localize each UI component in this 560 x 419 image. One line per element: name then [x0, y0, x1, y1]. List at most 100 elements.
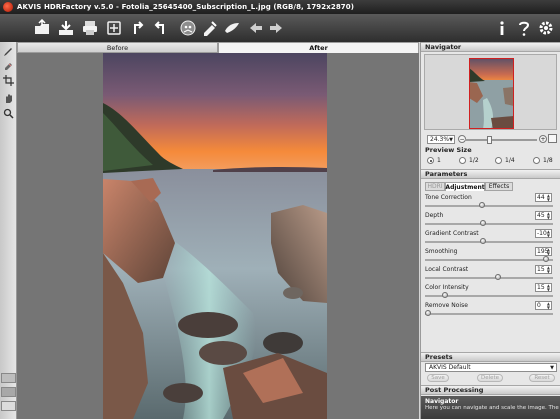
parameter-value: 15 [537, 284, 545, 291]
presets-header[interactable]: Presets [421, 352, 560, 362]
image-canvas[interactable] [17, 53, 419, 419]
preview-size-option[interactable]: 1/4 [495, 157, 515, 164]
brush-icon[interactable] [2, 45, 15, 57]
parameter-value-input[interactable]: 195 ▲ ▼ [535, 247, 552, 256]
navigator-header[interactable]: Navigator [421, 42, 560, 52]
zoom-input[interactable]: 24.3% ▼ [427, 135, 455, 144]
parameters-header[interactable]: Parameters [421, 169, 560, 179]
parameter-slider[interactable] [425, 205, 553, 207]
zoom-icon[interactable] [2, 107, 15, 119]
tab-after[interactable]: After [218, 42, 419, 53]
parameter-slider[interactable] [425, 277, 553, 279]
parameter-value: 45 [537, 212, 545, 219]
radio-icon[interactable] [533, 157, 540, 164]
open-icon[interactable] [32, 18, 52, 38]
help-icon[interactable] [514, 18, 534, 38]
save-icon[interactable] [56, 18, 76, 38]
parameter-slider-thumb[interactable] [478, 202, 485, 208]
radio-icon[interactable] [495, 157, 502, 164]
zoom-in-icon[interactable]: + [539, 135, 547, 143]
tab-effects[interactable]: Effects [485, 182, 513, 191]
parameter-value-input[interactable]: -10 ▲ ▼ [535, 229, 552, 238]
navigator-thumbnail [469, 58, 514, 129]
help-title: Navigator [425, 398, 459, 405]
tab-hdri[interactable]: HDRI [425, 182, 445, 191]
preview-size-option-label: 1 [437, 157, 441, 164]
parameter-slider-thumb[interactable] [494, 274, 501, 280]
spinner-icon[interactable]: ▲ ▼ [547, 230, 550, 238]
back-icon[interactable] [246, 18, 266, 38]
hand-icon[interactable] [2, 92, 15, 104]
tab-before[interactable]: Before [17, 42, 218, 53]
info-icon[interactable] [492, 18, 512, 38]
radio-icon[interactable] [427, 157, 434, 164]
parameter-row: Remove Noise 0 ▲ ▼ [421, 301, 560, 320]
print-icon[interactable] [80, 18, 100, 38]
preview-size-option[interactable]: 1/8 [533, 157, 553, 164]
zoom-slider-thumb[interactable] [487, 136, 493, 144]
parameter-slider-thumb[interactable] [442, 292, 449, 298]
save-preset-button[interactable]: Save [427, 374, 449, 382]
share-icon[interactable] [222, 18, 242, 38]
spinner-icon[interactable]: ▲ ▼ [547, 194, 550, 202]
parameter-row: Smoothing 195 ▲ ▼ [421, 247, 560, 266]
parameter-slider-thumb[interactable] [425, 310, 431, 316]
tab-adjustment[interactable]: Adjustment [445, 182, 485, 191]
plugin-icon[interactable] [178, 18, 198, 38]
chevron-down-icon: ▼ [449, 137, 453, 143]
reset-preset-button[interactable]: Reset [529, 374, 555, 382]
crop-icon[interactable] [2, 74, 15, 86]
parameter-row: Tone Correction 44 ▲ ▼ [421, 193, 560, 212]
parameter-row: Local Contrast 15 ▲ ▼ [421, 265, 560, 284]
preset-select[interactable]: AKVIS Default ▼ [425, 363, 557, 372]
post-processing-header[interactable]: Post Processing [421, 385, 560, 395]
preview-size-option[interactable]: 1/2 [459, 157, 479, 164]
parameter-label: Remove Noise [425, 302, 468, 309]
spinner-icon[interactable]: ▲ ▼ [547, 212, 550, 220]
parameter-slider-thumb[interactable] [479, 220, 486, 226]
fit-to-window-icon[interactable] [548, 134, 557, 143]
parameter-value-input[interactable]: 45 ▲ ▼ [535, 211, 552, 220]
spinner-icon[interactable]: ▲ ▼ [547, 302, 550, 310]
undo-icon[interactable] [128, 18, 148, 38]
parameter-value: 0 [537, 302, 541, 309]
parameter-value-input[interactable]: 15 ▲ ▼ [535, 283, 552, 292]
redo-icon[interactable] [150, 18, 170, 38]
spinner-icon[interactable]: ▲ ▼ [547, 248, 550, 256]
eraser-icon[interactable] [2, 59, 15, 71]
parameter-slider[interactable] [425, 241, 553, 243]
spinner-icon[interactable]: ▲ ▼ [547, 284, 550, 292]
radio-icon[interactable] [459, 157, 466, 164]
parameter-label: Tone Correction [425, 194, 472, 201]
parameter-value-input[interactable]: 0 ▲ ▼ [535, 301, 552, 310]
parameter-label: Local Contrast [425, 266, 469, 273]
parameter-label: Color Intensity [425, 284, 469, 291]
parameter-slider-thumb[interactable] [543, 256, 550, 262]
window-title: AKVIS HDRFactory v.5.0 - Fotolia_2564540… [17, 3, 355, 11]
parameter-slider[interactable] [425, 259, 553, 261]
delete-preset-button[interactable]: Delete [477, 374, 503, 382]
background-swatch-icon[interactable] [1, 387, 16, 397]
parameter-slider-thumb[interactable] [479, 238, 486, 244]
help-panel: Navigator Here you can navigate and scal… [421, 396, 560, 419]
tools-strip [0, 42, 17, 419]
zoom-slider[interactable] [465, 136, 537, 144]
parameter-value: 15 [537, 266, 545, 273]
batch-icon[interactable] [104, 18, 124, 38]
view-tabs: Before After [17, 42, 419, 53]
color-swatch-icon[interactable] [1, 373, 16, 383]
navigator-preview[interactable] [424, 54, 557, 130]
spinner-icon[interactable]: ▲ ▼ [547, 266, 550, 274]
parameter-slider[interactable] [425, 313, 553, 315]
gear-icon[interactable] [536, 18, 556, 38]
parameter-slider[interactable] [425, 223, 553, 225]
preview-size-option[interactable]: 1 [427, 157, 441, 164]
forward-icon[interactable] [266, 18, 286, 38]
parameter-label: Gradient Contrast [425, 230, 479, 237]
view-mode-icon[interactable] [1, 401, 16, 411]
parameter-label: Smoothing [425, 248, 458, 255]
settings-share-icon[interactable] [200, 18, 220, 38]
preset-selected-value: AKVIS Default [429, 364, 471, 371]
parameter-value-input[interactable]: 44 ▲ ▼ [535, 193, 552, 202]
parameter-value-input[interactable]: 15 ▲ ▼ [535, 265, 552, 274]
